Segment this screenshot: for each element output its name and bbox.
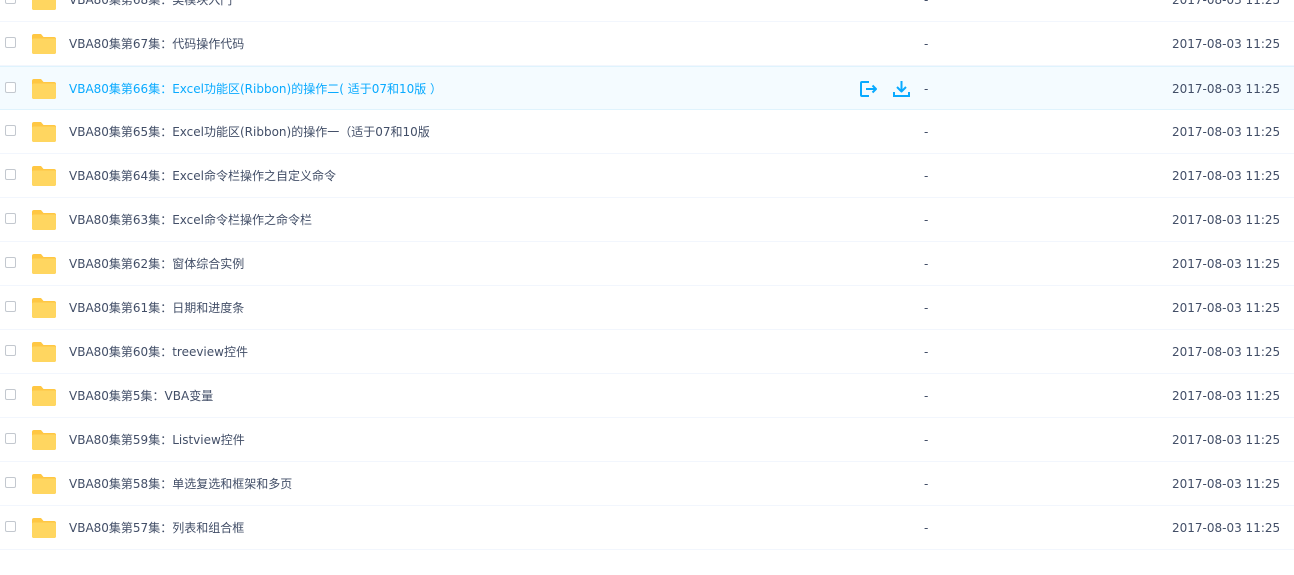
folder-icon bbox=[32, 474, 56, 494]
file-modified-date: 2017-08-03 11:25 bbox=[1172, 389, 1281, 403]
folder-icon bbox=[32, 386, 56, 406]
file-modified-date: 2017-08-03 11:25 bbox=[1172, 0, 1281, 7]
folder-icon bbox=[32, 254, 56, 274]
row-checkbox[interactable] bbox=[5, 125, 16, 136]
row-checkbox[interactable] bbox=[5, 345, 16, 356]
folder-icon bbox=[32, 518, 56, 538]
file-name[interactable]: VBA80集第5集：VBA变量 bbox=[69, 388, 213, 404]
file-name[interactable]: VBA80集第59集：Listview控件 bbox=[69, 432, 245, 448]
file-name[interactable]: VBA80集第67集：代码操作代码 bbox=[69, 36, 244, 52]
file-list: VBA80集第68集：类模块入门 - 2017-08-03 11:25 VBA8… bbox=[0, 0, 1294, 553]
file-size: - bbox=[924, 389, 929, 403]
folder-icon bbox=[32, 166, 56, 186]
list-item[interactable]: VBA80集第58集：单选复选和框架和多页 - 2017-08-03 11:25 bbox=[0, 462, 1294, 506]
file-modified-date: 2017-08-03 11:25 bbox=[1172, 477, 1281, 491]
file-size: - bbox=[924, 521, 929, 535]
folder-icon bbox=[32, 342, 56, 362]
file-size: - bbox=[924, 125, 929, 139]
row-checkbox[interactable] bbox=[5, 301, 16, 312]
file-name[interactable]: VBA80集第65集：Excel功能区(Ribbon)的操作一（适于07和10版 bbox=[69, 124, 430, 140]
file-name[interactable]: VBA80集第63集：Excel命令栏操作之命令栏 bbox=[69, 212, 312, 228]
list-item[interactable]: VBA80集第62集：窗体综合实例 - 2017-08-03 11:25 bbox=[0, 242, 1294, 286]
row-checkbox[interactable] bbox=[5, 169, 16, 180]
file-size: - bbox=[924, 82, 929, 96]
row-checkbox[interactable] bbox=[5, 389, 16, 400]
file-modified-date: 2017-08-03 11:25 bbox=[1172, 257, 1281, 271]
list-item[interactable]: VBA80集第68集：类模块入门 - 2017-08-03 11:25 bbox=[0, 0, 1294, 22]
file-modified-date: 2017-08-03 11:25 bbox=[1172, 213, 1281, 227]
row-checkbox[interactable] bbox=[5, 257, 16, 268]
file-size: - bbox=[924, 433, 929, 447]
list-item[interactable]: VBA80集第64集：Excel命令栏操作之自定义命令 - 2017-08-03… bbox=[0, 154, 1294, 198]
file-size: - bbox=[924, 345, 929, 359]
folder-icon bbox=[32, 0, 56, 10]
file-name[interactable]: VBA80集第64集：Excel命令栏操作之自定义命令 bbox=[69, 168, 336, 184]
file-name[interactable]: VBA80集第62集：窗体综合实例 bbox=[69, 256, 244, 272]
file-size: - bbox=[924, 301, 929, 315]
file-name[interactable]: VBA80集第68集：类模块入门 bbox=[69, 0, 232, 8]
row-checkbox[interactable] bbox=[5, 521, 16, 532]
file-modified-date: 2017-08-03 11:25 bbox=[1172, 301, 1281, 315]
file-size: - bbox=[924, 0, 929, 7]
file-modified-date: 2017-08-03 11:25 bbox=[1172, 82, 1281, 96]
folder-icon bbox=[32, 79, 56, 99]
list-item[interactable]: VBA80集第61集：日期和进度条 - 2017-08-03 11:25 bbox=[0, 286, 1294, 330]
file-size: - bbox=[924, 213, 929, 227]
file-name[interactable]: VBA80集第58集：单选复选和框架和多页 bbox=[69, 476, 292, 492]
folder-icon bbox=[32, 298, 56, 318]
list-item[interactable]: VBA80集第63集：Excel命令栏操作之命令栏 - 2017-08-03 1… bbox=[0, 198, 1294, 242]
file-size: - bbox=[924, 477, 929, 491]
list-item[interactable]: VBA80集第5集：VBA变量 - 2017-08-03 11:25 bbox=[0, 374, 1294, 418]
file-modified-date: 2017-08-03 11:25 bbox=[1172, 521, 1281, 535]
list-item[interactable]: VBA80集第65集：Excel功能区(Ribbon)的操作一（适于07和10版… bbox=[0, 110, 1294, 154]
folder-icon bbox=[32, 210, 56, 230]
row-checkbox[interactable] bbox=[5, 37, 16, 48]
row-actions bbox=[859, 80, 911, 98]
file-size: - bbox=[924, 169, 929, 183]
file-modified-date: 2017-08-03 11:25 bbox=[1172, 125, 1281, 139]
share-icon[interactable] bbox=[859, 80, 878, 98]
row-checkbox[interactable] bbox=[5, 82, 16, 93]
file-name[interactable]: VBA80集第61集：日期和进度条 bbox=[69, 300, 244, 316]
list-item[interactable]: VBA80集第57集：列表和组合框 - 2017-08-03 11:25 bbox=[0, 506, 1294, 550]
file-modified-date: 2017-08-03 11:25 bbox=[1172, 433, 1281, 447]
list-item[interactable]: VBA80集第67集：代码操作代码 - 2017-08-03 11:25 bbox=[0, 22, 1294, 66]
file-size: - bbox=[924, 257, 929, 271]
file-name[interactable]: VBA80集第60集：treeview控件 bbox=[69, 344, 248, 360]
list-item[interactable]: VBA80集第59集：Listview控件 - 2017-08-03 11:25 bbox=[0, 418, 1294, 462]
folder-icon bbox=[32, 430, 56, 450]
row-checkbox[interactable] bbox=[5, 0, 16, 4]
file-modified-date: 2017-08-03 11:25 bbox=[1172, 345, 1281, 359]
file-size: - bbox=[924, 37, 929, 51]
folder-icon bbox=[32, 34, 56, 54]
list-item[interactable]: VBA80集第60集：treeview控件 - 2017-08-03 11:25 bbox=[0, 330, 1294, 374]
file-name[interactable]: VBA80集第57集：列表和组合框 bbox=[69, 520, 244, 536]
row-checkbox[interactable] bbox=[5, 433, 16, 444]
folder-icon bbox=[32, 122, 56, 142]
file-name[interactable]: VBA80集第66集：Excel功能区(Ribbon)的操作二( 适于07和10… bbox=[69, 81, 442, 97]
file-modified-date: 2017-08-03 11:25 bbox=[1172, 169, 1281, 183]
download-icon[interactable] bbox=[892, 80, 911, 98]
row-checkbox[interactable] bbox=[5, 213, 16, 224]
list-item[interactable]: VBA80集第66集：Excel功能区(Ribbon)的操作二( 适于07和10… bbox=[0, 66, 1294, 110]
file-modified-date: 2017-08-03 11:25 bbox=[1172, 37, 1281, 51]
row-checkbox[interactable] bbox=[5, 477, 16, 488]
